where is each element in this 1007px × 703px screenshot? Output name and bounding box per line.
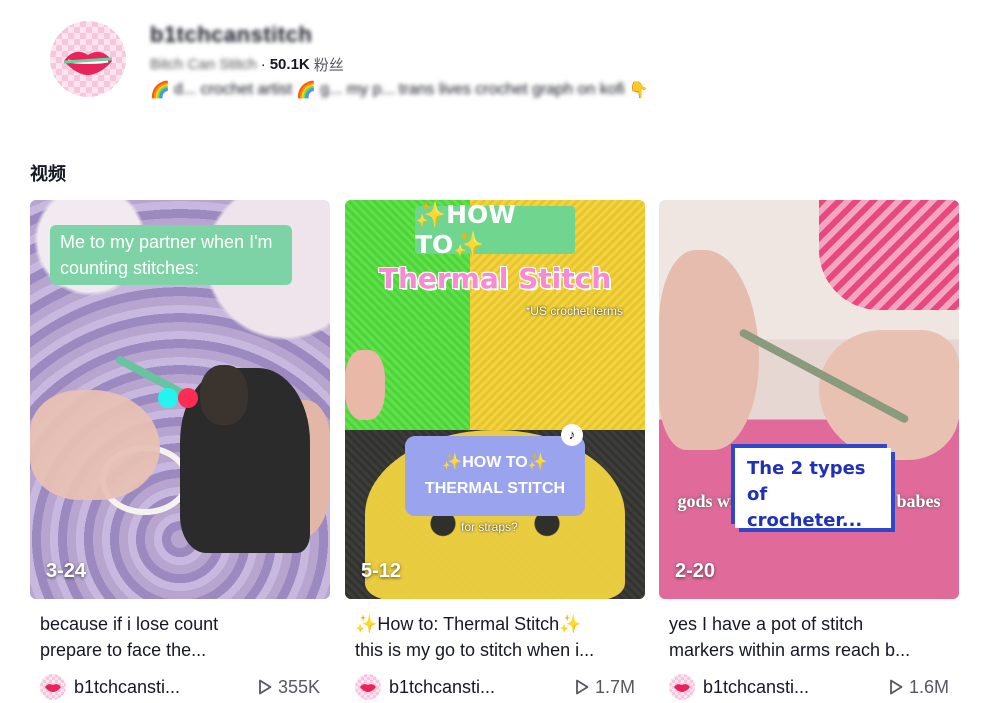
rainbow-icon: 🌈	[150, 80, 170, 99]
bio-text-tail: trans lives crochet graph on kofi	[398, 80, 625, 98]
video-caption[interactable]: ✨How to: Thermal Stitch✨ this is my go t…	[345, 611, 645, 663]
author-avatar[interactable]	[40, 674, 66, 700]
profile-nickname: Bitch Can Stitch	[150, 56, 257, 73]
play-count: 1.6M	[889, 677, 949, 698]
video-thumbnail[interactable]: Me to my partner when I'm counting stitc…	[30, 200, 330, 599]
follower-label: 粉丝	[313, 57, 344, 74]
thumbnail-text: Me to my partner when I'm counting stitc…	[50, 225, 292, 285]
video-date: 3-24	[46, 560, 87, 582]
thumbnail-pill: ✨HOW TO✨ THERMAL STITCH	[405, 436, 585, 516]
rainbow-icon: 🌈	[296, 80, 317, 99]
point-down-icon: 👇	[628, 80, 649, 99]
lips-logo-icon	[360, 684, 376, 692]
thumbnail-note: *US crochet terms	[525, 304, 623, 318]
bio-text-blurred-1: d... crochet artist	[173, 80, 293, 98]
play-icon	[259, 679, 272, 695]
thumbnail-subtext: for straps?	[461, 520, 518, 534]
play-count: 355K	[258, 677, 320, 698]
play-icon	[890, 679, 903, 695]
video-footer: b1tchcansti... 1.6M	[659, 673, 959, 701]
thumbnail-title: Thermal Stitch	[378, 262, 612, 295]
lips-logo-icon	[63, 51, 113, 75]
thumbnail-window: The 2 types of crocheter...	[735, 448, 891, 531]
video-footer: b1tchcansti... 1.7M	[345, 673, 645, 701]
thumbnail-howto-label: ✨HOW TO✨	[415, 200, 575, 259]
profile-username: b1tchcanstitch	[150, 22, 313, 47]
bio-text-blurred-2: g... my p...	[320, 80, 395, 98]
author-avatar[interactable]	[355, 674, 381, 700]
video-thumbnail[interactable]: ✨HOW TO✨ Thermal Stitch *US crochet term…	[345, 200, 645, 599]
video-caption[interactable]: yes I have a pot of stitch markers withi…	[659, 611, 959, 663]
cyan-dot-icon	[158, 388, 178, 408]
video-caption[interactable]: because if i lose count prepare to face …	[30, 611, 330, 663]
video-card[interactable]: ✨HOW TO✨ Thermal Stitch *US crochet term…	[345, 200, 645, 701]
video-thumbnail[interactable]: gods will shine down on you babes The 2 …	[659, 200, 959, 599]
profile-avatar[interactable]	[50, 21, 126, 97]
video-footer: b1tchcansti... 355K	[30, 673, 330, 701]
video-card[interactable]: gods will shine down on you babes The 2 …	[659, 200, 959, 701]
videos-section-title: 视频	[30, 164, 66, 184]
video-date: 2-20	[675, 560, 716, 582]
red-dot-icon	[178, 388, 198, 408]
lips-logo-icon	[45, 684, 61, 692]
author-avatar[interactable]	[669, 674, 695, 700]
author-name[interactable]: b1tchcansti...	[389, 677, 519, 698]
profile-meta: Bitch Can Stitch · 50.1K 粉丝	[150, 56, 344, 74]
profile-bio: 🌈 d... crochet artist 🌈 g... my p... tra…	[150, 80, 649, 99]
tiktok-logo-icon: ♪	[561, 424, 583, 446]
video-date: 5-12	[361, 560, 402, 582]
lips-logo-icon	[674, 684, 690, 692]
play-icon	[576, 679, 589, 695]
author-name[interactable]: b1tchcansti...	[74, 677, 204, 698]
video-card[interactable]: Me to my partner when I'm counting stitc…	[30, 200, 330, 701]
author-name[interactable]: b1tchcansti...	[703, 677, 833, 698]
follower-count[interactable]: 50.1K	[270, 56, 310, 73]
play-count: 1.7M	[575, 677, 635, 698]
